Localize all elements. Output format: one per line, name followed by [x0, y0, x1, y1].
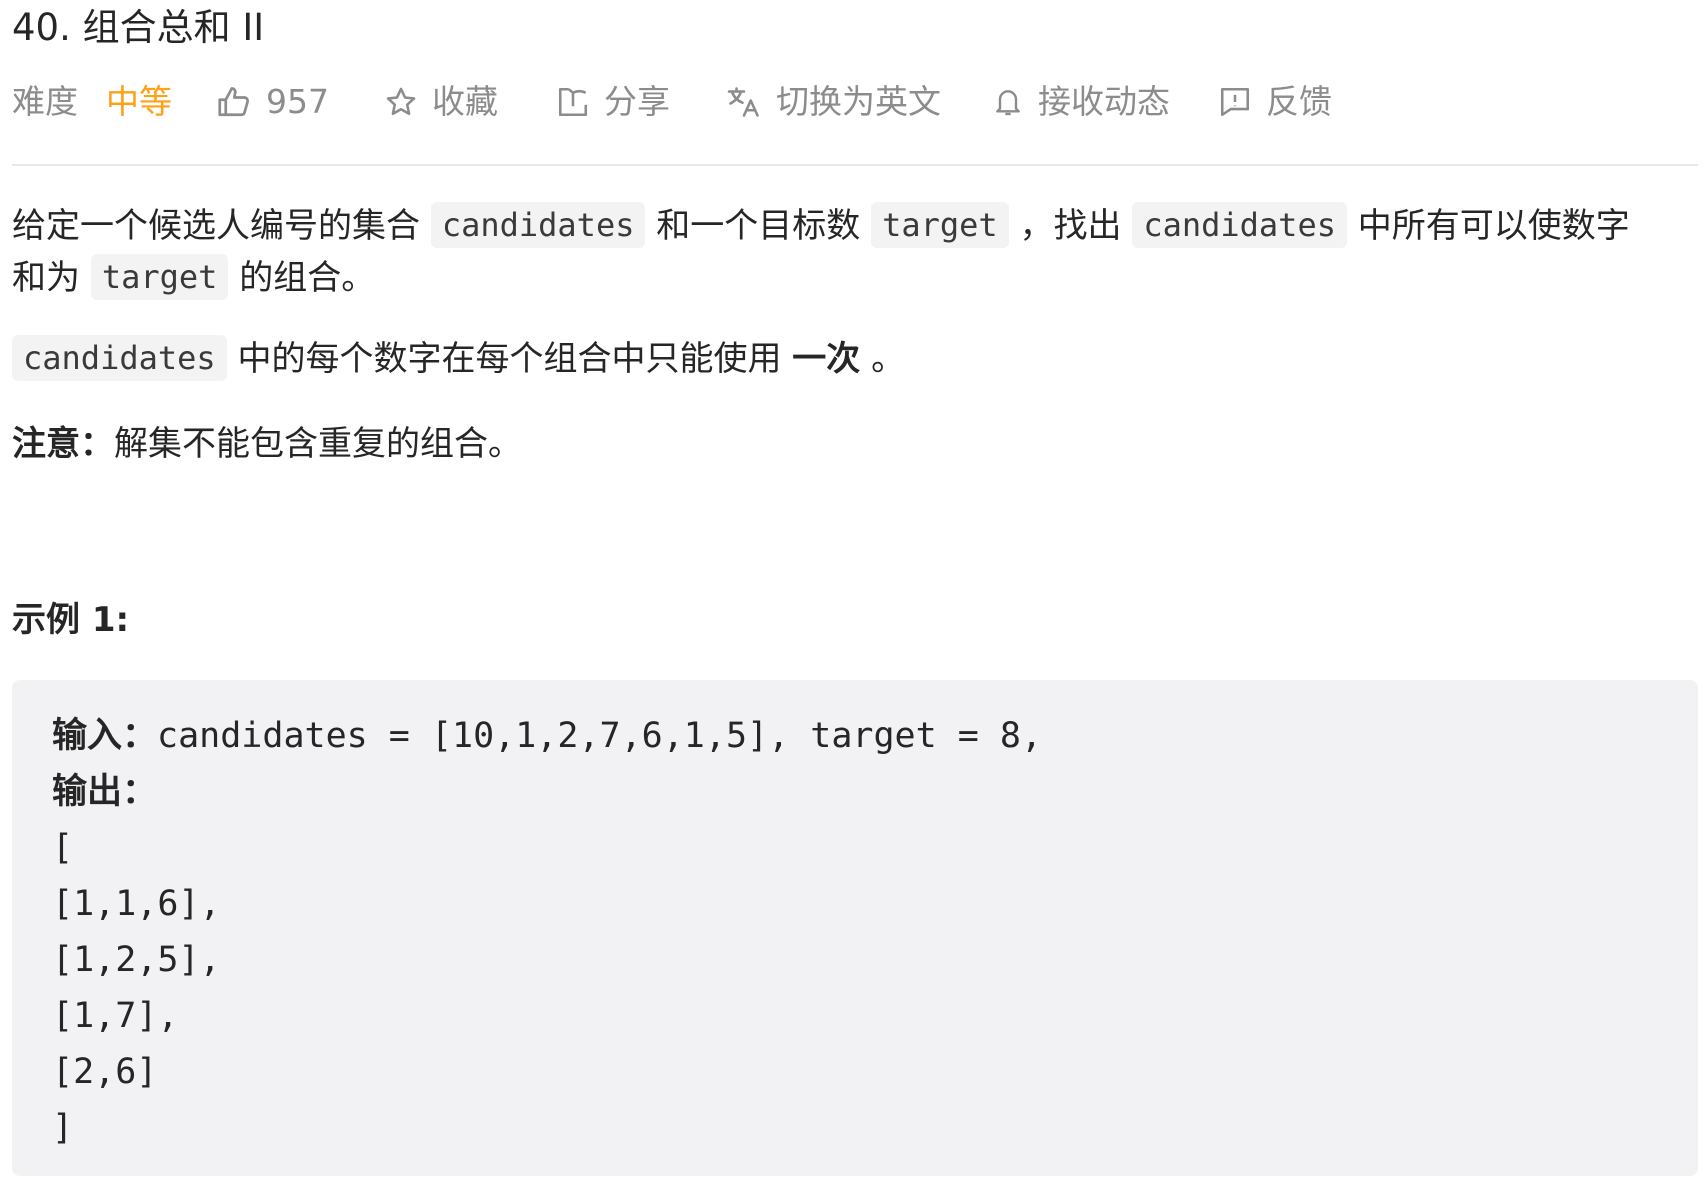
note-label: 注意： — [12, 424, 114, 464]
description-paragraph-2: candidates 中的每个数字在每个组合中只能使用 一次 。 — [12, 333, 905, 385]
output-line: [1,1,6], — [52, 884, 221, 924]
text: ，找出 — [1019, 206, 1122, 246]
like-button[interactable]: 957 — [216, 78, 329, 126]
output-line: [2,6] — [52, 1052, 158, 1092]
description-paragraph-1-line-1: 给定一个候选人编号的集合 candidates 和一个目标数 target ，找… — [12, 200, 1630, 252]
favorite-label: 收藏 — [432, 82, 498, 121]
input-value: candidates = [10,1,2,7,6,1,5], target = … — [157, 716, 1043, 756]
inline-code: candidates — [1132, 202, 1347, 248]
inline-code: candidates — [430, 202, 646, 248]
difficulty-value: 中等 — [106, 82, 172, 121]
text: 和一个目标数 — [656, 206, 861, 246]
feedback-label: 反馈 — [1266, 82, 1332, 121]
text: 和为 — [12, 258, 80, 298]
star-icon — [384, 85, 418, 119]
example-input-line: 输入：candidates = [10,1,2,7,6,1,5], target… — [52, 708, 1658, 764]
example-output-label-line: 输出： — [52, 764, 1658, 820]
inline-code: target — [871, 202, 1009, 248]
share-icon — [556, 85, 590, 119]
output-line: [1,2,5], — [52, 940, 221, 980]
text: 的组合。 — [239, 258, 376, 298]
example-code-block: 输入：candidates = [10,1,2,7,6,1,5], target… — [12, 680, 1698, 1176]
subscribe-button[interactable]: 接收动态 — [992, 78, 1170, 126]
bell-icon — [992, 85, 1024, 119]
example-title: 示例 1: — [12, 600, 130, 640]
description-paragraph-1-line-2: 和为 target 的组合。 — [12, 252, 375, 304]
output-label: 输出： — [52, 772, 158, 812]
text: 。 — [871, 339, 906, 379]
output-line: [ — [52, 828, 74, 868]
translate-icon — [726, 84, 762, 120]
inline-code: candidates — [12, 335, 227, 381]
subscribe-label: 接收动态 — [1038, 82, 1170, 121]
output-line: ] — [52, 1108, 74, 1148]
thumbs-up-icon — [216, 84, 252, 120]
description-note: 注意：解集不能包含重复的组合。 — [12, 418, 522, 470]
problem-toolbar: 难度 中等 957 收藏 分享 切换为英文 接收动态 反馈 — [12, 78, 1698, 126]
emphasis: 一次 — [792, 339, 861, 379]
translate-button[interactable]: 切换为英文 — [726, 78, 941, 126]
problem-title: 40. 组合总和 II — [12, 6, 265, 49]
share-button[interactable]: 分享 — [556, 78, 670, 126]
favorite-button[interactable]: 收藏 — [384, 78, 498, 126]
translate-label: 切换为英文 — [776, 82, 941, 121]
text: 中所有可以使数字 — [1357, 206, 1630, 246]
text: 中的每个数字在每个组合中只能使用 — [237, 339, 782, 379]
output-line: [1,7], — [52, 996, 179, 1036]
feedback-icon — [1218, 85, 1252, 119]
note-text: 解集不能包含重复的组合。 — [114, 424, 522, 464]
inline-code: target — [90, 254, 229, 300]
text: 给定一个候选人编号的集合 — [12, 206, 420, 246]
feedback-button[interactable]: 反馈 — [1218, 78, 1332, 126]
like-count: 957 — [266, 82, 329, 121]
difficulty: 难度 中等 — [12, 78, 172, 126]
input-label: 输入： — [52, 716, 158, 756]
toolbar-divider — [12, 164, 1698, 166]
difficulty-label: 难度 — [12, 82, 78, 121]
share-label: 分享 — [604, 82, 670, 121]
